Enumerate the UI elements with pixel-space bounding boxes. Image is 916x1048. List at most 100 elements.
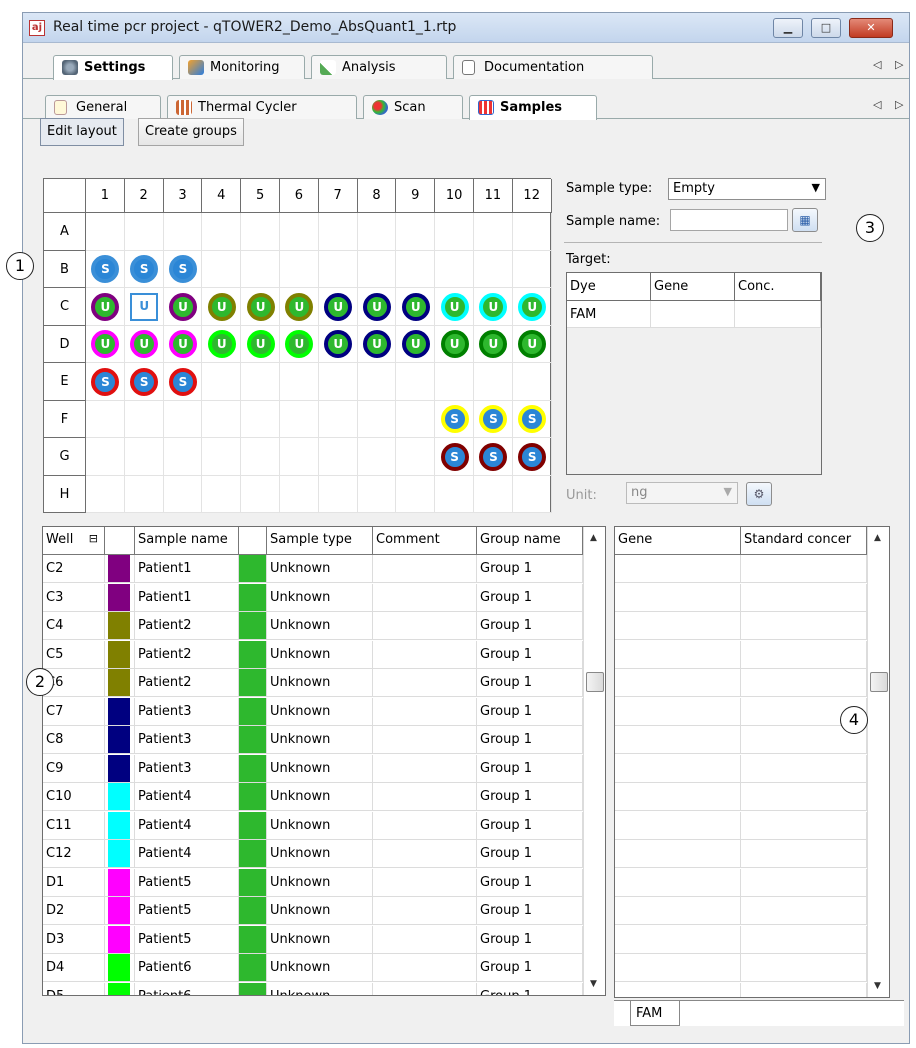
sample-comment-cell[interactable] <box>373 811 477 840</box>
unknown-sample-well[interactable]: U <box>246 330 275 359</box>
unknown-sample-well[interactable]: U <box>130 292 159 321</box>
plate-cell[interactable] <box>396 438 436 476</box>
sample-group-cell[interactable]: Group 1 <box>477 583 583 612</box>
sample-group-cell[interactable]: Group 1 <box>477 555 583 583</box>
standard-conc-cell[interactable] <box>741 982 867 997</box>
plate-cell[interactable] <box>396 400 436 438</box>
sample-color-swatch[interactable] <box>105 868 135 897</box>
sample-type-cell[interactable]: Unknown <box>267 612 373 640</box>
tab-scroll-right-icon[interactable]: ▷ <box>895 58 903 71</box>
sample-group-cell[interactable]: Group 1 <box>477 982 583 995</box>
sample-color-swatch[interactable] <box>105 697 135 726</box>
sample-type-cell[interactable]: Unknown <box>267 754 373 783</box>
plate-column-header[interactable]: 10 <box>435 179 474 213</box>
standard-conc-cell[interactable] <box>741 612 867 640</box>
sample-group-cell[interactable]: Group 1 <box>477 811 583 840</box>
sample-well-cell[interactable]: D4 <box>43 954 105 982</box>
sample-color-swatch[interactable] <box>105 897 135 925</box>
sample-color-swatch[interactable] <box>105 925 135 954</box>
plate-cell[interactable] <box>318 438 358 476</box>
sample-name-picker-button[interactable]: ▦ <box>792 208 818 232</box>
unit-select[interactable]: ng ▼ <box>626 482 738 504</box>
standard-sample-well[interactable]: S <box>440 442 469 471</box>
plate-cell[interactable] <box>86 400 125 438</box>
plate-cell[interactable] <box>280 213 319 251</box>
plate-cell[interactable] <box>202 213 242 251</box>
gene-cell[interactable] <box>615 640 741 669</box>
plate-row-header[interactable]: E <box>44 363 86 401</box>
sample-well-cell[interactable]: D5 <box>43 982 105 995</box>
sample-well-cell[interactable]: C9 <box>43 754 105 783</box>
sample-type-cell[interactable]: Unknown <box>267 925 373 954</box>
plate-column-header[interactable]: 2 <box>124 179 164 213</box>
plate-cell[interactable] <box>280 475 319 513</box>
sample-type-cell[interactable]: Unknown <box>267 583 373 612</box>
plate-row-header[interactable]: B <box>44 250 86 288</box>
sample-well-cell[interactable]: C3 <box>43 583 105 612</box>
sample-group-cell[interactable]: Group 1 <box>477 868 583 897</box>
sample-type-cell[interactable]: Unknown <box>267 783 373 811</box>
plate-cell[interactable] <box>241 438 280 476</box>
plate-column-header[interactable]: 4 <box>202 179 242 213</box>
standard-sample-well[interactable]: S <box>440 405 469 434</box>
sample-color-swatch[interactable] <box>105 754 135 783</box>
plate-column-header[interactable]: 5 <box>241 179 280 213</box>
gene-cell[interactable] <box>615 897 741 925</box>
plate-row-header[interactable]: G <box>44 438 86 476</box>
sample-name-cell[interactable]: Patient3 <box>135 754 239 783</box>
sample-type-cell[interactable]: Unknown <box>267 669 373 697</box>
sort-icon[interactable]: ⊟ <box>89 532 98 545</box>
sample-type-color-swatch[interactable] <box>239 925 267 954</box>
standard-conc-cell[interactable] <box>741 640 867 669</box>
standard-conc-cell[interactable] <box>741 754 867 783</box>
gene-cell[interactable] <box>615 783 741 811</box>
sample-comment-cell[interactable] <box>373 754 477 783</box>
sample-name-cell[interactable]: Patient5 <box>135 897 239 925</box>
plate-cell[interactable] <box>202 400 242 438</box>
plate-cell[interactable] <box>241 475 280 513</box>
scroll-down-icon[interactable]: ▼ <box>590 979 597 989</box>
conc-cell[interactable] <box>735 301 821 328</box>
plate-cell[interactable] <box>318 363 358 401</box>
unknown-sample-well[interactable]: U <box>91 292 120 321</box>
plate-cell[interactable] <box>435 213 474 251</box>
sample-type-color-swatch[interactable] <box>239 783 267 811</box>
sample-comment-cell[interactable] <box>373 726 477 754</box>
sample-type-cell[interactable]: Unknown <box>267 640 373 669</box>
sample-comment-cell[interactable] <box>373 583 477 612</box>
gene-cell[interactable] <box>615 697 741 726</box>
gene-cell[interactable] <box>615 669 741 697</box>
sample-name-cell[interactable]: Patient1 <box>135 583 239 612</box>
sample-well-cell[interactable]: D2 <box>43 897 105 925</box>
scroll-up-icon[interactable]: ▲ <box>590 533 597 543</box>
plate-cell[interactable] <box>318 213 358 251</box>
sample-type-cell[interactable]: Unknown <box>267 868 373 897</box>
tab-scroll-left-icon[interactable]: ◁ <box>873 58 881 71</box>
sample-type-color-swatch[interactable] <box>239 840 267 868</box>
sample-group-cell[interactable]: Group 1 <box>477 840 583 868</box>
scrollbar-thumb[interactable] <box>870 672 888 692</box>
sample-type-color-swatch[interactable] <box>239 897 267 925</box>
gene-cell[interactable] <box>615 811 741 840</box>
tab-scan[interactable]: Scan <box>363 95 463 119</box>
sample-type-cell[interactable]: Unknown <box>267 697 373 726</box>
plate-cell[interactable] <box>396 213 436 251</box>
plate-row-header[interactable]: H <box>44 475 86 513</box>
sample-type-color-swatch[interactable] <box>239 640 267 669</box>
plate-cell[interactable] <box>512 475 552 513</box>
sample-group-cell[interactable]: Group 1 <box>477 612 583 640</box>
plate-cell[interactable] <box>86 438 125 476</box>
plate-cell[interactable] <box>202 475 242 513</box>
tab-settings[interactable]: Settings <box>53 55 173 80</box>
group-name-column-header[interactable]: Group name <box>477 527 583 555</box>
unknown-sample-well[interactable]: U <box>285 292 314 321</box>
sample-comment-cell[interactable] <box>373 897 477 925</box>
sample-group-cell[interactable]: Group 1 <box>477 669 583 697</box>
plate-cell[interactable] <box>280 363 319 401</box>
standard-conc-cell[interactable] <box>741 555 867 583</box>
sample-color-swatch[interactable] <box>105 954 135 982</box>
plate-column-header[interactable]: 1 <box>86 179 125 213</box>
plate-cell[interactable] <box>318 475 358 513</box>
sample-well-cell[interactable]: C7 <box>43 697 105 726</box>
sample-type-color-swatch[interactable] <box>239 669 267 697</box>
